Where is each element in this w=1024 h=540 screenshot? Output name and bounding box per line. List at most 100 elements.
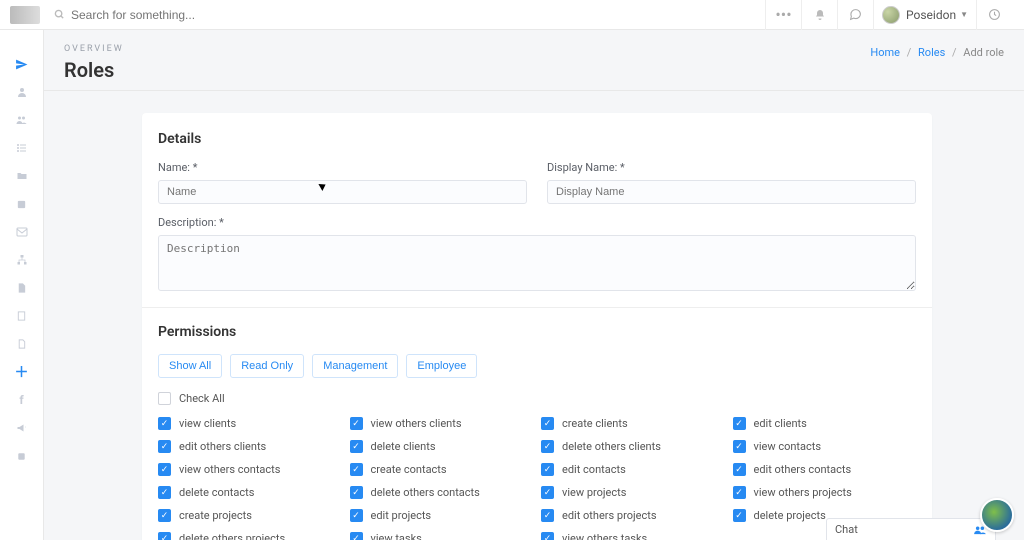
checkbox[interactable]: ✓ — [158, 509, 171, 522]
global-search[interactable] — [54, 8, 765, 22]
checkbox[interactable]: ✓ — [733, 463, 746, 476]
checkbox[interactable]: ✓ — [158, 486, 171, 499]
filter-read-only[interactable]: Read Only — [230, 354, 304, 378]
nav-page[interactable] — [0, 302, 44, 330]
perm-delete-others-projects[interactable]: ✓delete others projects — [158, 532, 342, 540]
chat-label: Chat — [835, 523, 858, 536]
perm-create-projects[interactable]: ✓create projects — [158, 509, 342, 522]
checkbox[interactable]: ✓ — [541, 417, 554, 430]
nav-report[interactable] — [0, 330, 44, 358]
checkbox[interactable]: ✓ — [350, 486, 363, 499]
crumb-roles[interactable]: Roles — [918, 46, 945, 59]
details-title: Details — [158, 131, 916, 147]
nav-doc[interactable] — [0, 274, 44, 302]
checkbox[interactable]: ✓ — [541, 440, 554, 453]
activity-button[interactable] — [976, 0, 1012, 30]
perm-view-tasks[interactable]: ✓view tasks — [350, 532, 534, 540]
perm-delete-others-contacts[interactable]: ✓delete others contacts — [350, 486, 534, 499]
perm-label: edit others contacts — [754, 463, 852, 476]
checkbox[interactable]: ✓ — [158, 463, 171, 476]
perm-delete-others-clients[interactable]: ✓delete others clients — [541, 440, 725, 453]
perm-delete-contacts[interactable]: ✓ delete contacts — [158, 486, 342, 499]
filter-employee[interactable]: Employee — [406, 354, 477, 378]
chat-widget[interactable]: Chat — [826, 518, 996, 540]
filter-management[interactable]: Management — [312, 354, 398, 378]
description-label: Description: * — [158, 216, 916, 229]
perm-edit-clients[interactable]: ✓edit clients — [733, 417, 917, 430]
speech-bubble-icon — [849, 8, 862, 21]
name-label: Name: * — [158, 161, 527, 174]
nav-send[interactable] — [0, 50, 44, 78]
checkbox[interactable]: ✓ — [541, 532, 554, 540]
perm-view-others-contacts[interactable]: ✓view others contacts — [158, 463, 342, 476]
perm-view-clients[interactable]: ✓view clients — [158, 417, 342, 430]
folder-icon — [16, 170, 28, 182]
notifications-button[interactable] — [801, 0, 837, 30]
square-icon — [16, 451, 27, 462]
checkbox[interactable]: ✓ — [541, 509, 554, 522]
checkbox[interactable]: ✓ — [733, 417, 746, 430]
checkbox[interactable]: ✓ — [350, 417, 363, 430]
page-header: OVERVIEW Roles Home / Roles / Add role — [44, 30, 1024, 91]
nav-folder[interactable] — [0, 162, 44, 190]
perm-create-clients[interactable]: ✓create clients — [541, 417, 725, 430]
name-input[interactable] — [158, 180, 527, 204]
perm-edit-others-clients[interactable]: ✓ edit others clients — [158, 440, 342, 453]
perm-view-contacts[interactable]: ✓ view contacts — [733, 440, 917, 453]
facebook-icon: f — [19, 393, 23, 407]
nav-mail[interactable] — [0, 218, 44, 246]
perm-label: view projects — [562, 486, 626, 499]
search-input[interactable] — [71, 8, 371, 22]
checkbox[interactable]: ✓ — [350, 509, 363, 522]
mail-icon — [16, 227, 28, 237]
floating-avatar[interactable] — [980, 498, 1014, 532]
checkbox[interactable]: ✓ — [350, 463, 363, 476]
user-menu[interactable]: Poseidon ▼ — [873, 0, 976, 30]
filter-show-all[interactable]: Show All — [158, 354, 222, 378]
nav-bottom[interactable] — [0, 442, 44, 470]
nav-box[interactable] — [0, 190, 44, 218]
checkbox[interactable]: ✓ — [541, 486, 554, 499]
checkbox[interactable]: ✓ — [733, 486, 746, 499]
perm-edit-contacts[interactable]: ✓edit contacts — [541, 463, 725, 476]
nav-org[interactable] — [0, 246, 44, 274]
perm-view-others-clients[interactable]: ✓ view others clients — [350, 417, 534, 430]
checkbox[interactable]: ✓ — [350, 532, 363, 540]
perm-view-projects[interactable]: ✓ view projects — [541, 486, 725, 499]
checkbox[interactable]: ✓ — [733, 509, 746, 522]
perm-label: edit others clients — [179, 440, 266, 453]
perm-delete-clients[interactable]: ✓delete clients — [350, 440, 534, 453]
check-all-checkbox[interactable] — [158, 392, 171, 405]
name-row: Name: * Display Name: * — [158, 161, 916, 204]
nav-add[interactable]: ＋ — [0, 358, 44, 386]
check-all-row[interactable]: Check All — [158, 392, 916, 405]
perm-label: view others clients — [371, 417, 462, 430]
perm-label: view contacts — [754, 440, 822, 453]
checkbox[interactable]: ✓ — [158, 440, 171, 453]
perm-create-contacts[interactable]: ✓create contacts — [350, 463, 534, 476]
perm-edit-projects[interactable]: ✓edit projects — [350, 509, 534, 522]
nav-user[interactable] — [0, 78, 44, 106]
document-icon — [16, 282, 27, 294]
checkbox[interactable]: ✓ — [350, 440, 363, 453]
nav-facebook[interactable]: f — [0, 386, 44, 414]
perm-view-others-projects[interactable]: ✓view others projects — [733, 486, 917, 499]
perm-view-others-tasks[interactable]: ✓view others tasks — [541, 532, 725, 540]
messages-button[interactable] — [837, 0, 873, 30]
perm-label: delete contacts — [179, 486, 254, 499]
nav-team[interactable] — [0, 106, 44, 134]
checkbox[interactable]: ✓ — [158, 532, 171, 540]
description-input[interactable] — [158, 235, 916, 291]
perm-edit-others-contacts[interactable]: ✓ edit others contacts — [733, 463, 917, 476]
display-name-input[interactable] — [547, 180, 916, 204]
checkbox[interactable]: ✓ — [733, 440, 746, 453]
chevron-down-icon: ▼ — [960, 10, 968, 19]
crumb-home[interactable]: Home — [870, 46, 900, 59]
topbar: ••• Poseidon ▼ — [0, 0, 1024, 30]
perm-edit-others-projects[interactable]: ✓edit others projects — [541, 509, 725, 522]
nav-announce[interactable] — [0, 414, 44, 442]
nav-list[interactable] — [0, 134, 44, 162]
apps-button[interactable]: ••• — [765, 0, 801, 30]
checkbox[interactable]: ✓ — [158, 417, 171, 430]
checkbox[interactable]: ✓ — [541, 463, 554, 476]
